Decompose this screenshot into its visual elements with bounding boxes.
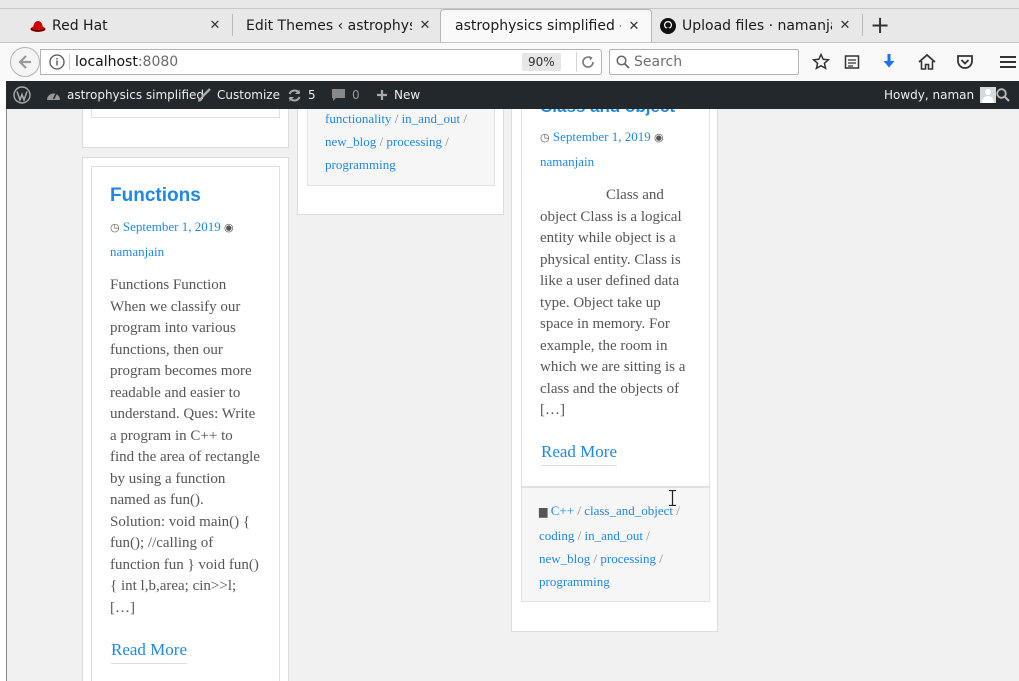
tab-upload-files[interactable]: Upload files · namanja… ✕ — [652, 9, 862, 42]
post-meta: ◷ September 1, 2019 ◉ namanjain — [110, 215, 270, 263]
comment-bubble-icon — [331, 88, 346, 102]
read-more-wrap: Read More — [111, 640, 188, 664]
tab-label: astrophysics simplified – … — [455, 18, 621, 34]
tab-label: Red Hat — [52, 17, 108, 34]
site-info-icon[interactable] — [49, 54, 65, 74]
reading-list-icon[interactable] — [841, 51, 863, 73]
admin-updates[interactable]: 5 — [287, 81, 316, 109]
post-date[interactable]: September 1, 2019 — [123, 219, 221, 234]
back-arrow-icon — [18, 55, 31, 69]
tab-separator — [862, 14, 863, 36]
url-bar[interactable]: localhost:8080 90% — [40, 49, 602, 75]
zoom-indicator[interactable]: 90% — [522, 53, 561, 71]
admin-new[interactable]: New — [376, 81, 420, 109]
reload-icon — [581, 56, 594, 68]
download-icon[interactable] — [878, 51, 900, 73]
tag-link[interactable]: coding — [539, 528, 574, 543]
tag-link[interactable]: in_and_out — [585, 528, 644, 543]
search-input[interactable] — [634, 53, 794, 71]
dashboard-gauge-icon — [46, 89, 61, 102]
wordpress-logo-icon[interactable] — [13, 81, 31, 109]
admin-howdy-label: Howdy, naman — [884, 88, 975, 102]
tag-link[interactable]: new_blog — [325, 134, 376, 149]
post-tags-footer: functionality / in_and_out / new_blog / … — [307, 109, 495, 186]
admin-customize-label: Customize — [217, 88, 280, 102]
search-bar[interactable] — [609, 49, 799, 75]
folder-icon: ▆ — [539, 506, 548, 518]
github-icon — [660, 17, 676, 34]
new-tab-button[interactable]: + — [866, 12, 894, 40]
tab-astrophysics-active[interactable]: astrophysics simplified – … ✕ — [440, 9, 652, 42]
url-text[interactable]: localhost:8080 — [75, 54, 178, 70]
post-tags-footer: ▆ C++ / class_and_object / coding / in_a… — [521, 487, 710, 602]
previous-post-card — [91, 109, 280, 118]
admin-new-label: New — [394, 88, 421, 102]
home-icon[interactable] — [916, 51, 938, 73]
post-meta: ◷ September 1, 2019 ◉ namanjain — [540, 125, 700, 173]
url-host: localhost — [75, 54, 138, 70]
url-port: :8080 — [137, 54, 179, 70]
tag-link[interactable]: C++ — [551, 503, 574, 518]
post-date[interactable]: September 1, 2019 — [553, 129, 651, 144]
tag-link[interactable]: new_blog — [539, 551, 590, 566]
admin-search-icon[interactable] — [996, 81, 1010, 109]
admin-site-name[interactable]: astrophysics simplified — [46, 81, 204, 109]
updates-refresh-icon — [287, 88, 302, 103]
back-button[interactable] — [10, 47, 40, 77]
post-card-functions: Functions ◷ September 1, 2019 ◉ namanjai… — [91, 166, 280, 681]
close-tab-icon[interactable]: ✕ — [627, 19, 641, 34]
tag-link[interactable]: in_and_out — [402, 111, 461, 126]
clock-icon: ◷ — [110, 222, 120, 234]
tab-label: Upload files · namanja… — [682, 17, 832, 34]
tag-link[interactable]: class_and_object — [584, 503, 673, 518]
post-excerpt: Class and object Class is a logical enti… — [540, 187, 686, 418]
post-tags: ▆ C++ / class_and_object / coding / in_a… — [539, 503, 680, 589]
close-tab-icon[interactable]: ✕ — [418, 18, 432, 33]
post-card-class: Class and object ◷ September 1, 2019 ◉ n… — [521, 109, 710, 487]
admin-comments[interactable]: 0 — [331, 81, 360, 109]
page-content: Functions ◷ September 1, 2019 ◉ namanjai… — [6, 109, 1019, 681]
read-more-wrap: Read More — [541, 442, 618, 466]
pocket-icon[interactable] — [954, 51, 976, 73]
text-cursor-icon — [669, 490, 676, 506]
tab-edit-themes[interactable]: Edit Themes ‹ astrophysic… ✕ — [232, 9, 442, 42]
reload-button[interactable] — [576, 52, 598, 72]
plus-icon — [376, 89, 388, 101]
avatar — [980, 87, 997, 103]
navigation-bar: localhost:8080 90% — [0, 42, 1019, 81]
post-author[interactable]: namanjain — [110, 244, 164, 259]
search-icon — [616, 55, 630, 73]
redhat-icon — [30, 18, 46, 34]
tab-strip: Red Hat ✕ Edit Themes ‹ astrophysic… ✕ a… — [0, 0, 1019, 42]
admin-updates-count: 5 — [308, 88, 316, 102]
tab-redhat[interactable]: Red Hat ✕ — [16, 9, 232, 42]
admin-site-name-label: astrophysics simplified — [67, 88, 205, 102]
read-more-link[interactable]: Read More — [111, 640, 188, 664]
user-icon: ◉ — [223, 222, 234, 234]
post-excerpt: Functions Function When we classify our … — [110, 277, 260, 616]
close-tab-icon[interactable]: ✕ — [838, 18, 852, 33]
tag-link[interactable]: programming — [539, 574, 610, 589]
wp-admin-bar: astrophysics simplified Customize 5 0 Ne… — [6, 81, 1019, 109]
post-tags: functionality / in_and_out / new_blog / … — [325, 111, 467, 172]
read-more-link[interactable]: Read More — [541, 442, 618, 466]
menu-hamburger-icon[interactable] — [997, 51, 1019, 73]
tag-link[interactable]: processing — [386, 134, 442, 149]
user-icon: ◉ — [653, 132, 664, 144]
bookmark-star-icon[interactable] — [810, 51, 832, 73]
paintbrush-icon — [196, 87, 211, 103]
close-tab-icon[interactable]: ✕ — [208, 18, 222, 33]
tag-link[interactable]: programming — [325, 157, 396, 172]
tag-link[interactable]: functionality — [325, 111, 391, 126]
url-divider — [69, 54, 70, 70]
admin-customize[interactable]: Customize — [196, 81, 280, 109]
admin-comments-count: 0 — [352, 88, 360, 102]
clock-icon: ◷ — [540, 132, 550, 144]
post-author[interactable]: namanjain — [540, 154, 594, 169]
tag-link[interactable]: processing — [600, 551, 656, 566]
admin-account[interactable]: Howdy, naman — [884, 81, 997, 109]
post-title[interactable]: Class and object — [540, 109, 675, 117]
tab-label: Edit Themes ‹ astrophysic… — [246, 17, 412, 34]
post-title[interactable]: Functions — [110, 185, 201, 207]
